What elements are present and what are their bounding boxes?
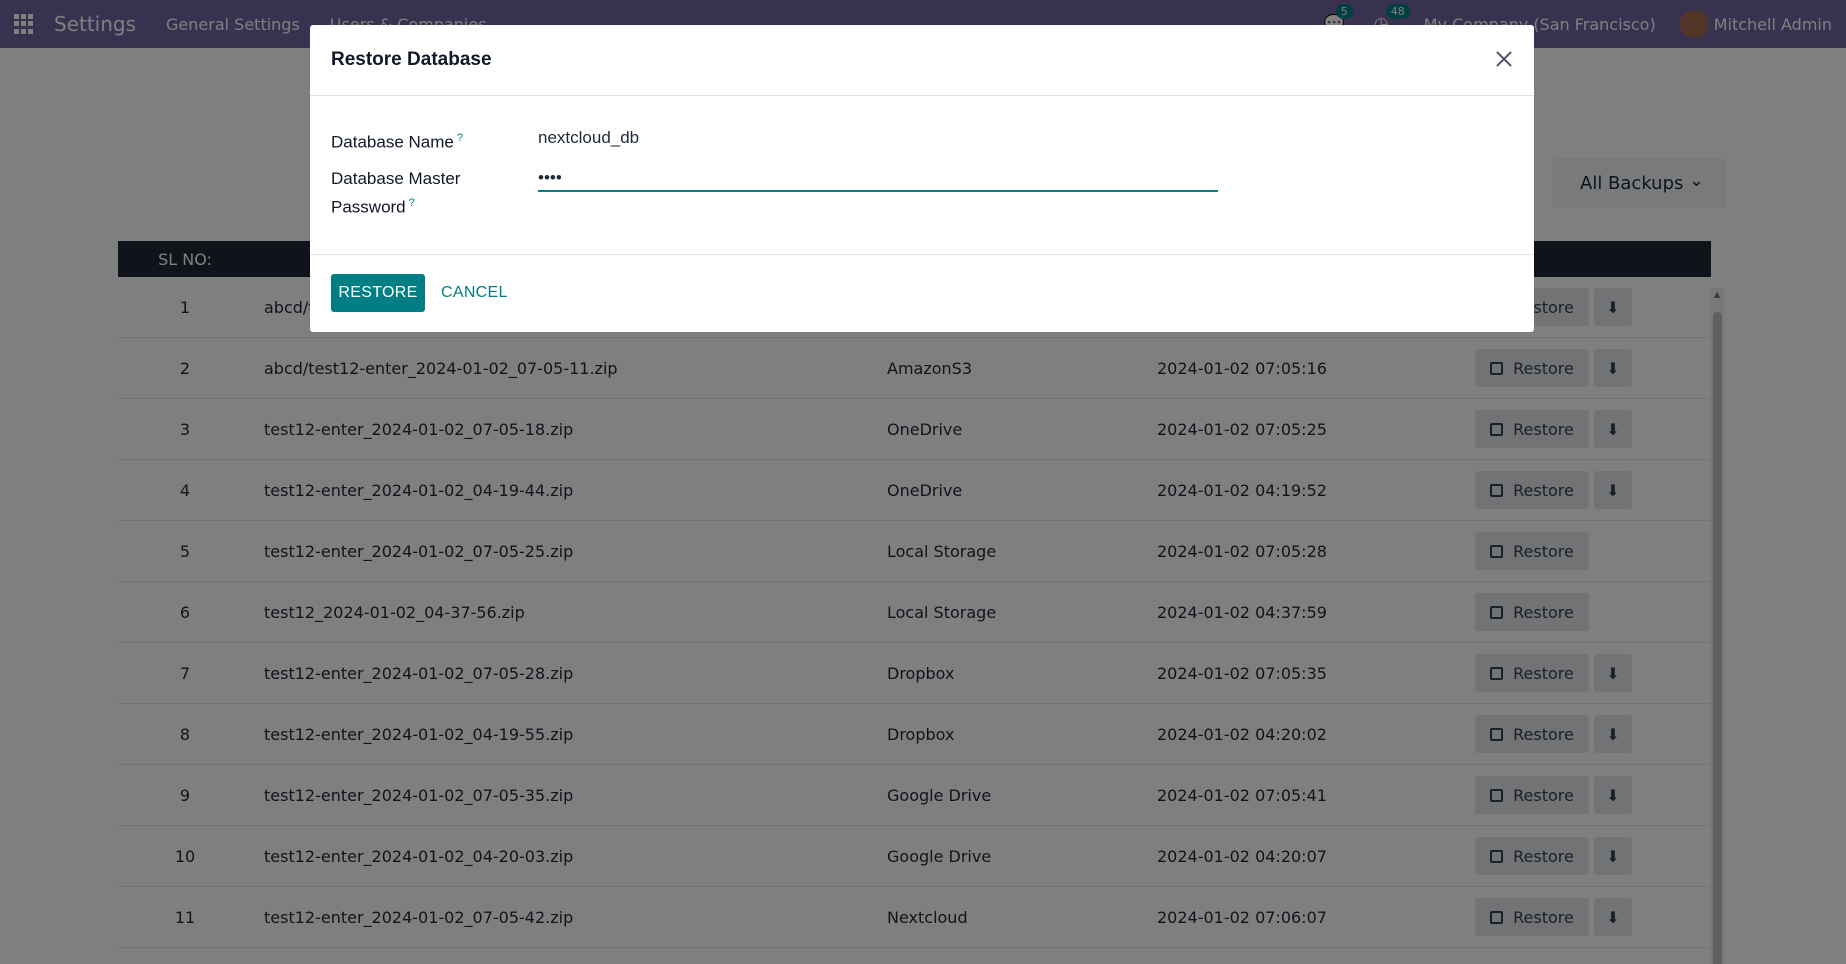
dialog-header: Restore Database <box>310 25 1534 96</box>
database-name-label-text: Database Name <box>331 132 454 152</box>
master-password-label-line2: Password <box>331 197 406 217</box>
dialog-footer: RESTORE CANCEL <box>310 255 1534 331</box>
dialog-body: Database Name? nextcloud_db Database Mas… <box>310 96 1534 255</box>
restore-database-dialog: Restore Database Database Name? nextclou… <box>310 25 1534 332</box>
close-icon[interactable] <box>1492 47 1516 71</box>
help-icon[interactable]: ? <box>457 132 463 144</box>
cancel-button[interactable]: CANCEL <box>441 284 508 302</box>
help-icon[interactable]: ? <box>409 197 415 209</box>
master-password-label-line1: Database Master <box>331 169 461 188</box>
database-name-value: nextcloud_db <box>538 128 640 147</box>
restore-confirm-button[interactable]: RESTORE <box>331 274 425 312</box>
database-name-label: Database Name? <box>331 126 463 155</box>
master-password-label: Database Master Password? <box>331 166 460 220</box>
master-password-field[interactable] <box>538 166 1218 192</box>
dialog-title: Restore Database <box>331 49 492 70</box>
